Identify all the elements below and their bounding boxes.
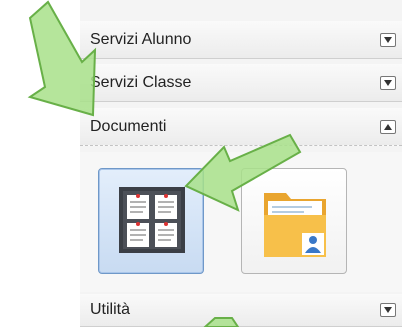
expand-toggle-icon[interactable] — [380, 303, 396, 317]
accordion-label: Documenti — [90, 117, 167, 135]
accordion-label: Servizi Classe — [90, 73, 192, 91]
user-folder-icon — [264, 193, 326, 257]
collapse-toggle-icon[interactable] — [380, 119, 396, 134]
accordion-label: Utilità — [90, 301, 131, 318]
accordion-header-servizi-classe[interactable]: Servizi Classe — [80, 64, 402, 102]
accordion-header-servizi-alunno[interactable]: Servizi Alunno — [80, 21, 402, 59]
accordion-header-documenti[interactable]: Documenti — [80, 108, 402, 146]
user-folder-button[interactable] — [241, 168, 347, 274]
expand-toggle-icon[interactable] — [380, 32, 396, 47]
accordion-label: Servizi Alunno — [90, 30, 192, 48]
bulletin-board-button[interactable] — [98, 168, 204, 274]
expand-toggle-icon[interactable] — [380, 75, 396, 90]
bulletin-board-icon — [119, 187, 185, 253]
accordion-header-utilita[interactable]: Utilità — [80, 294, 402, 327]
